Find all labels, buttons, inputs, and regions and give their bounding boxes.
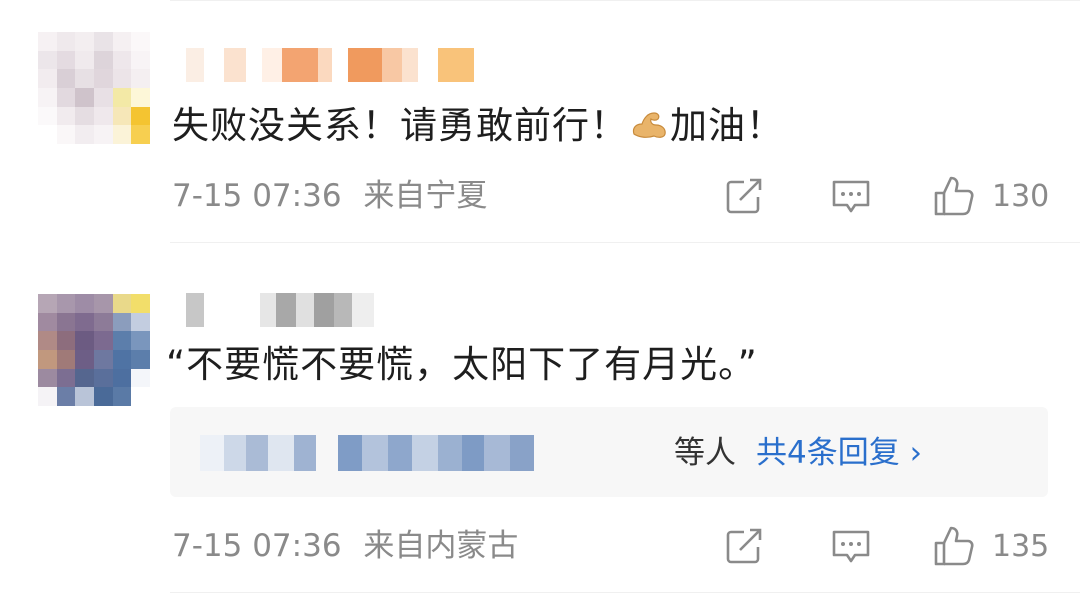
reply-others-label: 等人 bbox=[674, 435, 736, 471]
location: 来自宁夏 bbox=[363, 178, 488, 214]
comment-icon bbox=[832, 180, 870, 213]
timestamp: 7-15 07:36 bbox=[172, 178, 342, 214]
comment-button[interactable] bbox=[830, 176, 872, 216]
replies-preview[interactable]: 等人 共4条回复 › bbox=[170, 407, 1048, 497]
view-replies-link[interactable]: 共4条回复 › bbox=[756, 435, 922, 471]
comment-button[interactable] bbox=[830, 526, 872, 566]
reply-usernames-redacted bbox=[200, 435, 534, 471]
like-count: 135 bbox=[992, 528, 1050, 564]
share-icon bbox=[726, 528, 762, 564]
comment-icon bbox=[832, 530, 870, 563]
divider bbox=[170, 592, 1080, 593]
thumbs-up-icon bbox=[934, 176, 974, 216]
flexed-biceps-icon bbox=[632, 112, 666, 138]
like-count: 130 bbox=[992, 178, 1050, 214]
username-redacted[interactable] bbox=[186, 48, 474, 82]
like-button[interactable]: 130 bbox=[932, 174, 1049, 218]
share-icon bbox=[726, 178, 762, 214]
avatar[interactable] bbox=[38, 294, 150, 406]
comment-text-part: 加油！ bbox=[670, 104, 784, 147]
share-button[interactable] bbox=[724, 526, 766, 566]
location: 来自内蒙古 bbox=[363, 528, 519, 564]
comment-text: “不要慌不要慌，太阳下了有月光。” bbox=[166, 343, 758, 386]
comment-text-part: 失败没关系！请勇敢前行！ bbox=[172, 104, 628, 147]
comment-meta: 7-15 07:36 来自内蒙古 bbox=[172, 526, 518, 566]
comment-text: 失败没关系！请勇敢前行！ 加油！ bbox=[172, 104, 784, 148]
like-button[interactable]: 135 bbox=[932, 524, 1049, 568]
avatar[interactable] bbox=[38, 32, 150, 144]
username-redacted[interactable] bbox=[186, 293, 374, 327]
reply-summary: 等人 共4条回复 › bbox=[674, 433, 922, 473]
comment-meta: 7-15 07:36 来自宁夏 bbox=[172, 176, 487, 216]
share-button[interactable] bbox=[724, 176, 766, 216]
comment-item-2: “不要慌不要慌，太阳下了有月光。” 等人 共4条回复 › 7-15 07:36 来… bbox=[0, 243, 1080, 594]
comment-item-1: 失败没关系！请勇敢前行！ 加油！ 7-15 07:36 来自宁夏 130 bbox=[0, 0, 1080, 243]
timestamp: 7-15 07:36 bbox=[172, 528, 342, 564]
thumbs-up-icon bbox=[934, 526, 974, 566]
